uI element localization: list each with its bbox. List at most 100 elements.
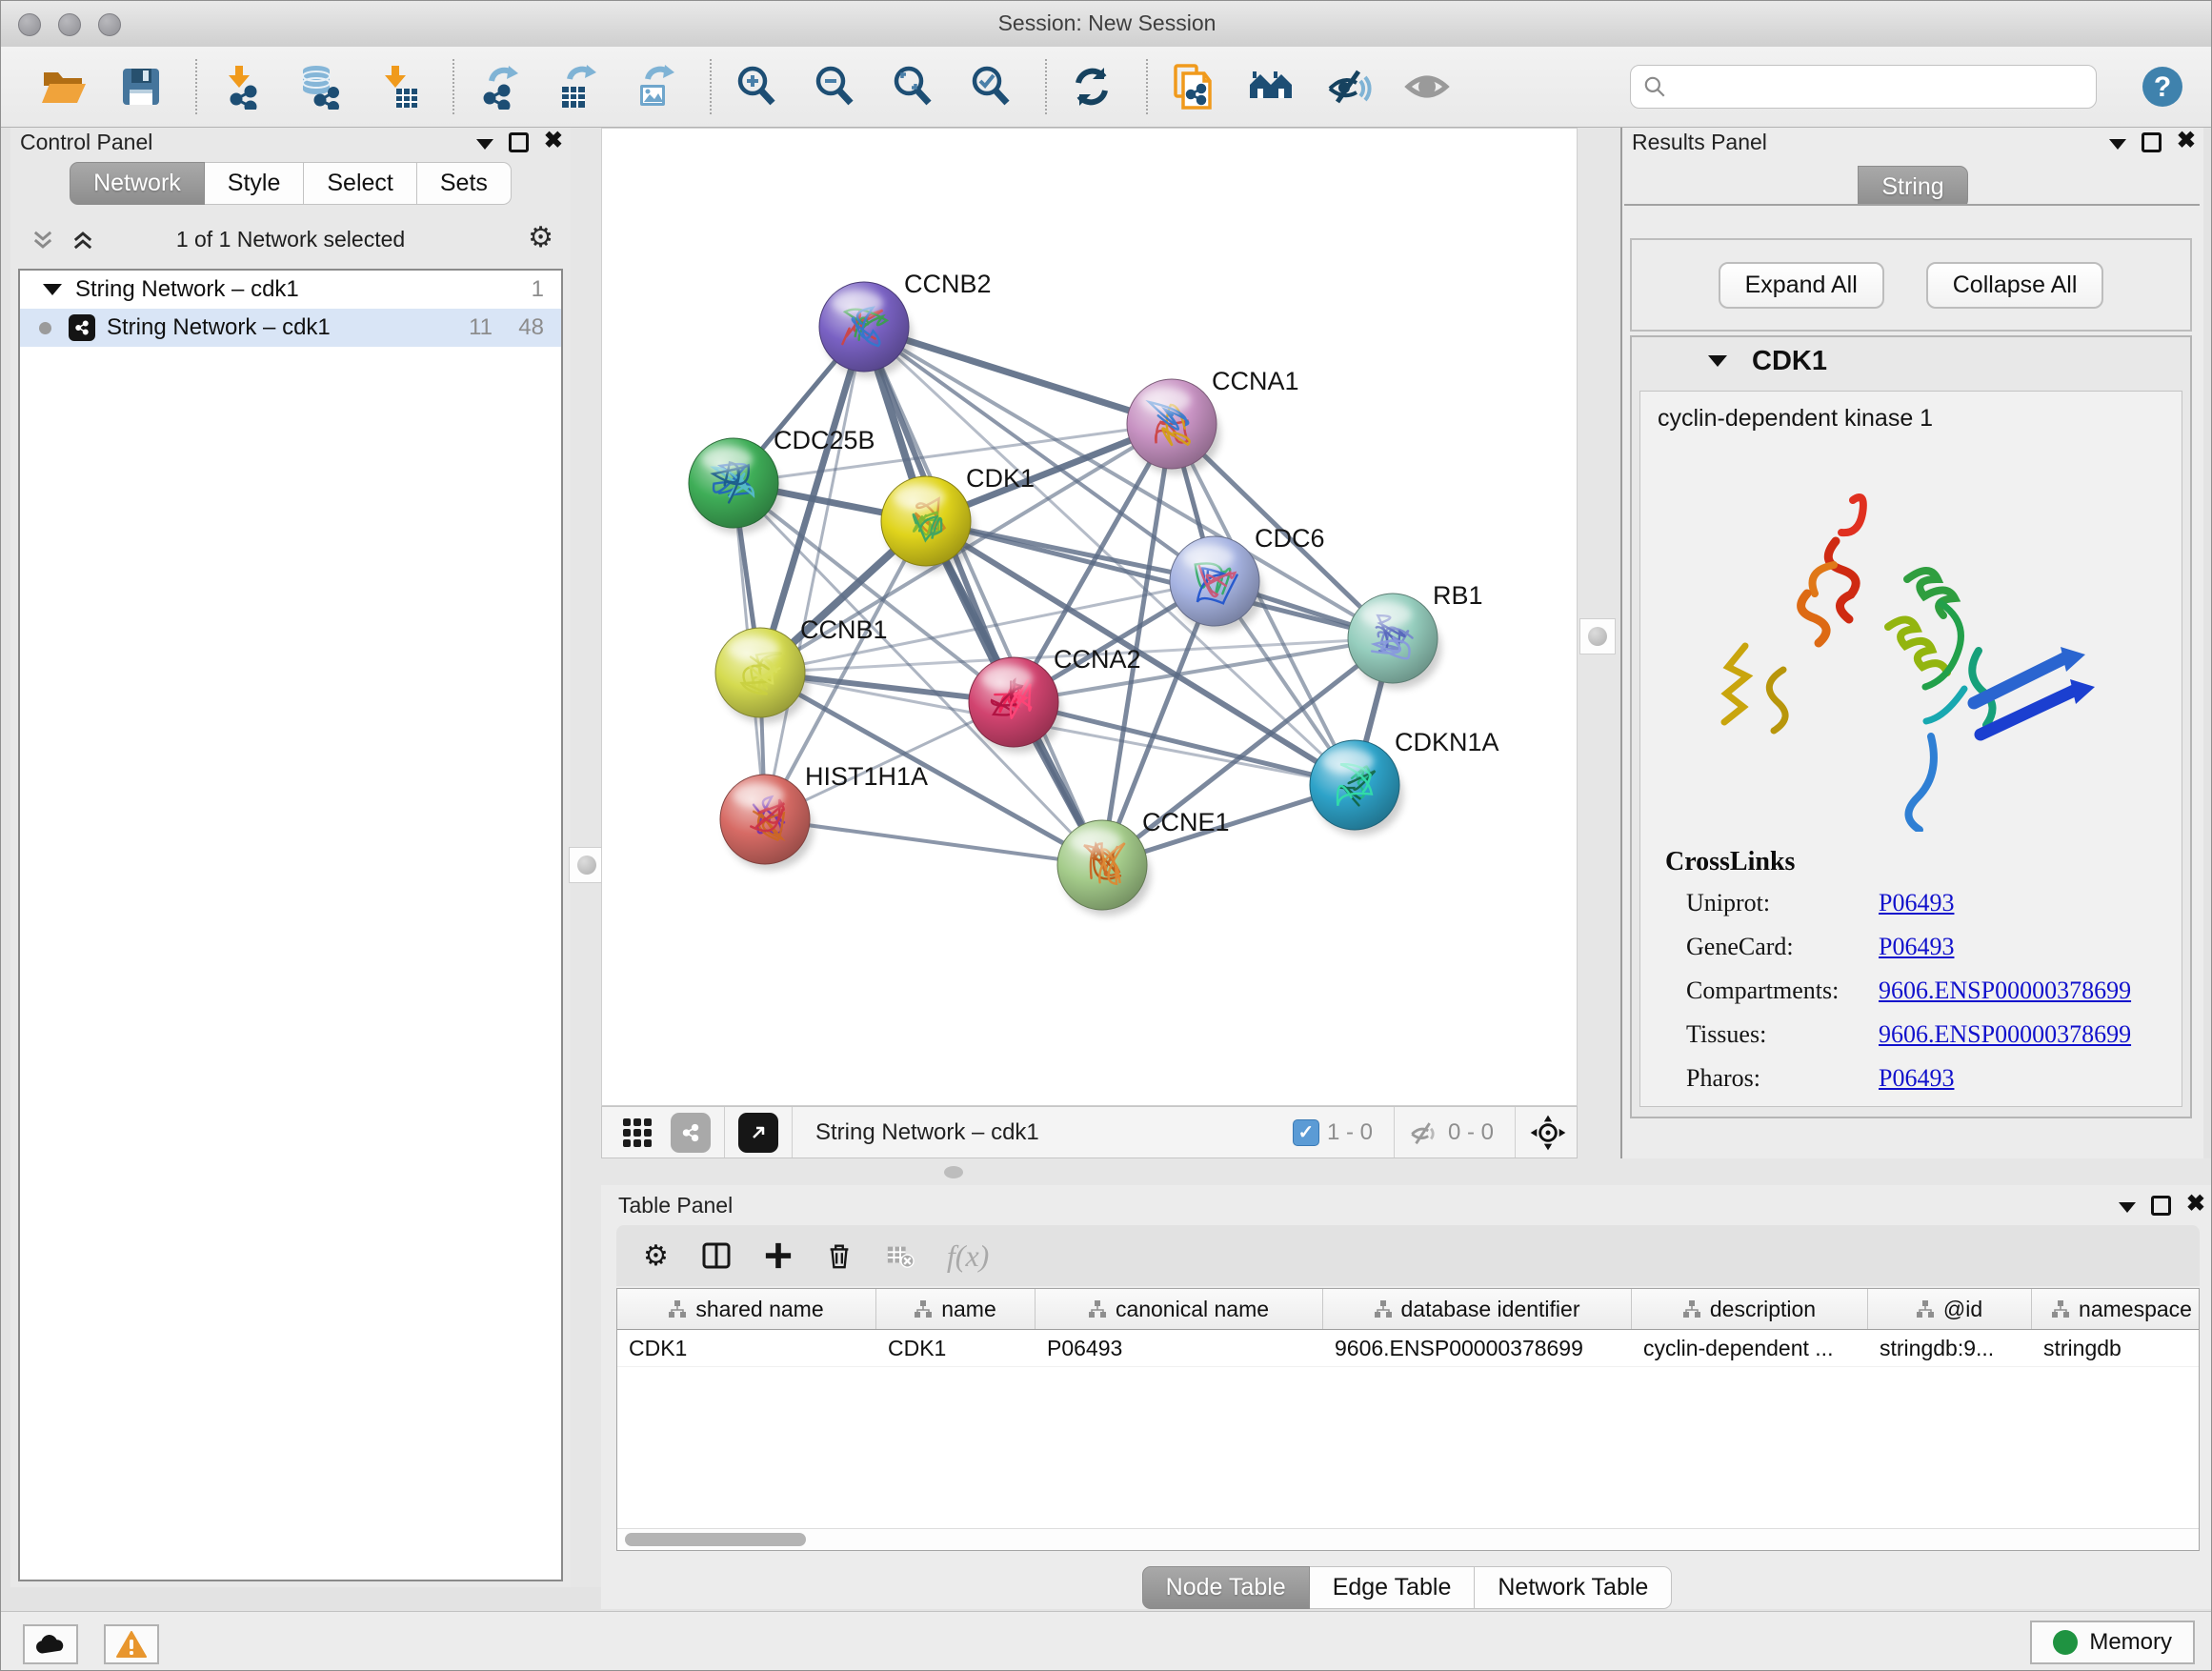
table-cell[interactable]: P06493 bbox=[1036, 1330, 1323, 1366]
cloud-status-button[interactable] bbox=[23, 1624, 78, 1664]
network-row[interactable]: String Network – cdk1 11 48 bbox=[20, 309, 561, 347]
two-houses-icon[interactable] bbox=[1247, 63, 1295, 111]
tab-node-table[interactable]: Node Table bbox=[1142, 1566, 1310, 1609]
warning-status-button[interactable] bbox=[104, 1624, 159, 1664]
panel-close-icon[interactable]: ✖ bbox=[544, 131, 563, 151]
network-node-RB1[interactable]: RB1 bbox=[1348, 581, 1483, 689]
right-splitter[interactable] bbox=[1578, 128, 1620, 1158]
panel-minimize-icon[interactable] bbox=[2119, 1202, 2136, 1213]
table-options-gear-icon[interactable]: ⚙ bbox=[643, 1239, 669, 1273]
refresh-layout-icon[interactable] bbox=[1068, 63, 1116, 111]
tab-select[interactable]: Select bbox=[304, 162, 416, 205]
crosslink-link[interactable]: 9606.ENSP00000378699 bbox=[1879, 976, 2131, 1005]
export-table-icon[interactable] bbox=[553, 63, 601, 111]
string-network-graph[interactable]: CCNB2CCNA1CDC25BCDK1CDC6RB1CCNB1CCNA2CDK… bbox=[602, 129, 1577, 1105]
zoom-out-icon[interactable] bbox=[811, 63, 858, 111]
protein-card-header[interactable]: CDK1 bbox=[1632, 337, 2190, 385]
zoom-selected-icon[interactable] bbox=[967, 63, 1015, 111]
network-node-CCNA2[interactable]: CCNA2 bbox=[969, 645, 1141, 753]
column-header-canonical-name[interactable]: canonical name bbox=[1036, 1289, 1323, 1329]
grid-view-icon[interactable] bbox=[623, 1118, 652, 1147]
table-cell[interactable]: CDK1 bbox=[876, 1330, 1036, 1366]
crosslink-link[interactable]: P06493 bbox=[1879, 889, 1954, 917]
panel-close-icon[interactable]: ✖ bbox=[2177, 131, 2196, 151]
selected-items-checkbox[interactable]: ✓ bbox=[1293, 1119, 1319, 1146]
tab-network-table[interactable]: Network Table bbox=[1475, 1566, 1672, 1609]
column-header--id[interactable]: @id bbox=[1868, 1289, 2032, 1329]
table-row[interactable]: CDK1CDK1P064939606.ENSP00000378699cyclin… bbox=[617, 1330, 2199, 1367]
network-node-CCNA1[interactable]: CCNA1 bbox=[1127, 367, 1299, 474]
search-input[interactable] bbox=[1675, 73, 2084, 100]
panel-minimize-icon[interactable] bbox=[476, 139, 493, 150]
tab-style[interactable]: Style bbox=[205, 162, 305, 205]
crosslink-link[interactable]: 9606.ENSP00000378699 bbox=[1879, 1020, 2131, 1049]
expand-all-button[interactable]: Expand All bbox=[1719, 262, 1884, 309]
memory-button[interactable]: Memory bbox=[2030, 1621, 2195, 1664]
node-label-RB1: RB1 bbox=[1433, 581, 1483, 610]
hide-eye-icon[interactable] bbox=[1325, 63, 1373, 111]
tab-edge-table[interactable]: Edge Table bbox=[1310, 1566, 1476, 1609]
collection-expand-icon[interactable] bbox=[43, 284, 62, 295]
left-splitter-handle[interactable] bbox=[569, 847, 605, 883]
panel-close-icon[interactable]: ✖ bbox=[2186, 1194, 2205, 1215]
table-body: CDK1CDK1P064939606.ENSP00000378699cyclin… bbox=[617, 1330, 2199, 1367]
scrollbar-thumb[interactable] bbox=[625, 1533, 806, 1546]
panel-float-icon[interactable] bbox=[509, 132, 529, 152]
network-node-CDC25B[interactable]: CDC25B bbox=[689, 426, 875, 534]
column-header-shared-name[interactable]: shared name bbox=[617, 1289, 876, 1329]
hidden-items-eye-icon[interactable] bbox=[1408, 1117, 1440, 1149]
show-eye-icon[interactable] bbox=[1403, 63, 1451, 111]
tab-string[interactable]: String bbox=[1858, 166, 1967, 209]
table-cell[interactable]: stringdb bbox=[2032, 1330, 2200, 1366]
import-network-file-icon[interactable] bbox=[218, 63, 266, 111]
add-column-icon[interactable] bbox=[764, 1241, 793, 1270]
right-splitter-handle[interactable] bbox=[1579, 618, 1616, 654]
table-cell[interactable]: 9606.ENSP00000378699 bbox=[1323, 1330, 1632, 1366]
collapse-all-button[interactable]: Collapse All bbox=[1926, 262, 2104, 309]
crosslink-link[interactable]: P06493 bbox=[1879, 1064, 1954, 1093]
network-node-CDKN1A[interactable]: CDKN1A bbox=[1310, 728, 1499, 836]
tab-network[interactable]: Network bbox=[70, 162, 205, 205]
delete-column-icon[interactable] bbox=[825, 1241, 854, 1270]
network-options-gear-icon[interactable]: ⚙ bbox=[528, 221, 553, 254]
table-horizontal-scrollbar[interactable] bbox=[617, 1528, 2199, 1550]
network-canvas[interactable]: CCNB2CCNA1CDC25BCDK1CDC6RB1CCNB1CCNA2CDK… bbox=[601, 128, 1578, 1106]
horizontal-splitter[interactable] bbox=[601, 1158, 2212, 1185]
column-header-database-identifier[interactable]: database identifier bbox=[1323, 1289, 1632, 1329]
network-node-CCNE1[interactable]: CCNE1 bbox=[1057, 808, 1230, 916]
table-cell[interactable]: cyclin-dependent ... bbox=[1632, 1330, 1868, 1366]
panel-minimize-icon[interactable] bbox=[2109, 139, 2126, 150]
export-image-icon[interactable] bbox=[632, 63, 679, 111]
network-node-HIST1H1A[interactable]: HIST1H1A bbox=[720, 762, 928, 870]
global-search[interactable] bbox=[1630, 65, 2097, 109]
open-session-icon[interactable] bbox=[39, 63, 87, 111]
network-node-CDK1[interactable]: CDK1 bbox=[881, 464, 1035, 572]
zoom-in-icon[interactable] bbox=[733, 63, 780, 111]
detach-view-icon[interactable] bbox=[738, 1113, 778, 1153]
column-header-namespace[interactable]: namespace bbox=[2032, 1289, 2200, 1329]
column-header-description[interactable]: description bbox=[1632, 1289, 1868, 1329]
help-button[interactable]: ? bbox=[2139, 63, 2186, 111]
panel-float-icon[interactable] bbox=[2142, 132, 2162, 152]
tab-sets[interactable]: Sets bbox=[417, 162, 512, 205]
copy-documents-share-icon[interactable] bbox=[1169, 63, 1217, 111]
network-node-CCNB1[interactable]: CCNB1 bbox=[715, 615, 888, 723]
zoom-fit-icon[interactable] bbox=[889, 63, 936, 111]
network-share-icon[interactable] bbox=[671, 1113, 711, 1153]
import-network-database-icon[interactable] bbox=[296, 63, 344, 111]
save-session-icon[interactable] bbox=[117, 63, 165, 111]
table-cell[interactable]: CDK1 bbox=[617, 1330, 876, 1366]
birdseye-crosshair-icon[interactable] bbox=[1529, 1114, 1567, 1152]
main-toolbar: ? bbox=[1, 47, 2212, 128]
horizontal-splitter-handle[interactable] bbox=[944, 1166, 963, 1178]
network-collection-row[interactable]: String Network – cdk1 1 bbox=[20, 271, 561, 309]
column-header-name[interactable]: name bbox=[876, 1289, 1036, 1329]
left-splitter[interactable] bbox=[571, 128, 601, 1587]
crosslink-link[interactable]: P06493 bbox=[1879, 933, 1954, 961]
import-table-file-icon[interactable] bbox=[374, 63, 422, 111]
collapse-card-icon[interactable] bbox=[1708, 355, 1727, 367]
export-network-icon[interactable] bbox=[475, 63, 523, 111]
panel-float-icon[interactable] bbox=[2151, 1196, 2171, 1216]
show-columns-icon[interactable] bbox=[701, 1240, 732, 1271]
table-cell[interactable]: stringdb:9... bbox=[1868, 1330, 2032, 1366]
